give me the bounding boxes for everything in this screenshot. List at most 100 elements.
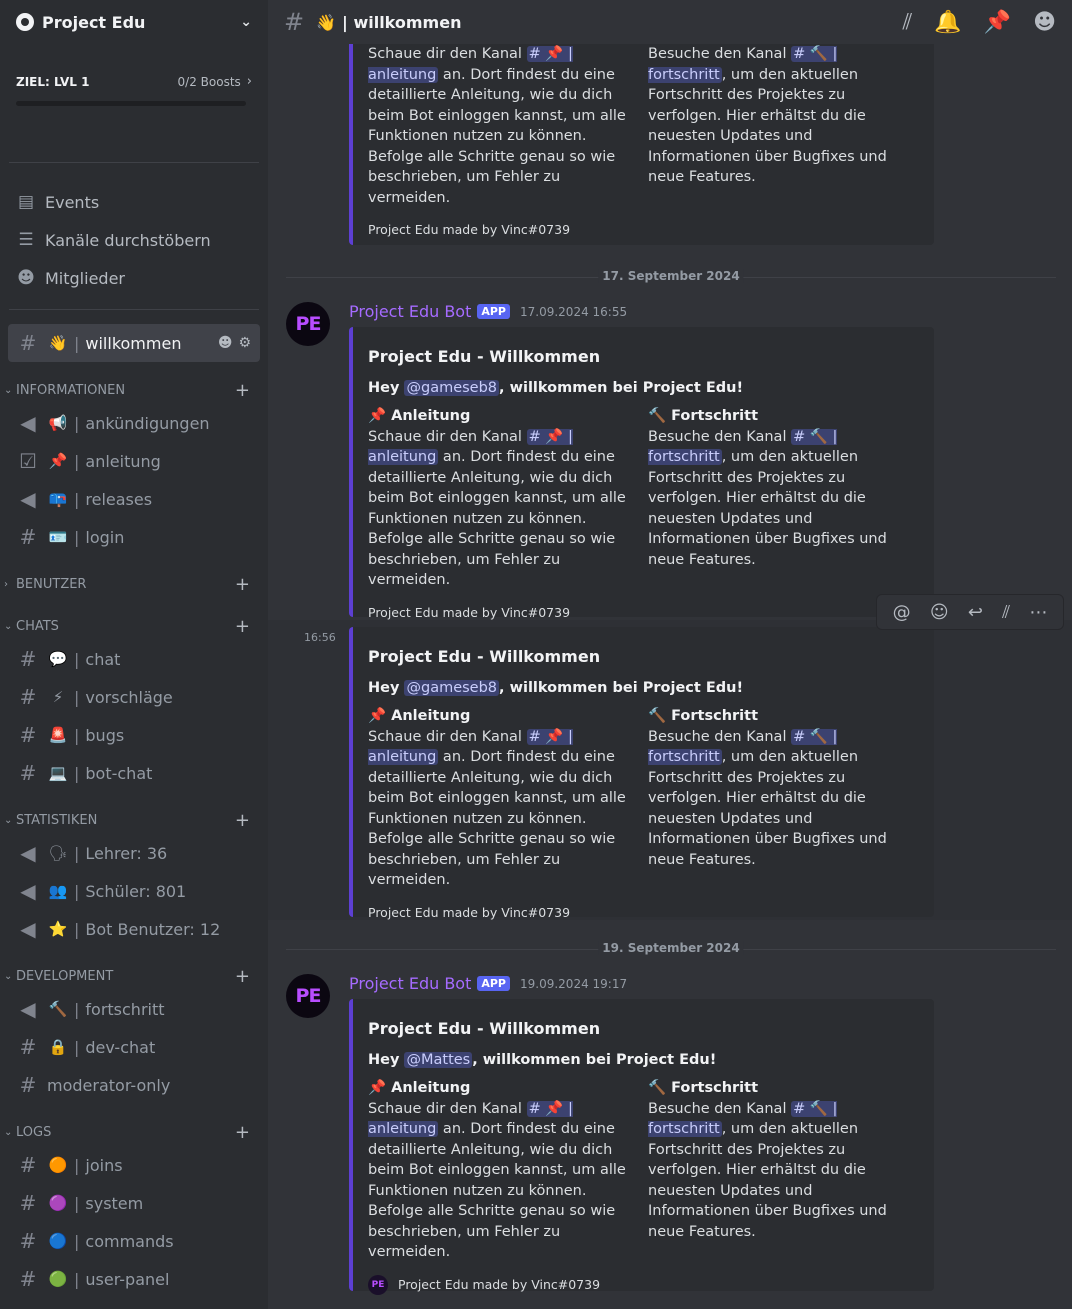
- text-channel-icon: #: [19, 685, 37, 709]
- footer-text: Project Edu made by Vinc#0739: [398, 1276, 601, 1292]
- chat-area: # 👋 | willkommen ⫽ 🔔 📌 ☻ Schaue dir den …: [268, 0, 1072, 1309]
- category-development[interactable]: ⌄ DEVELOPMENT +: [0, 962, 268, 990]
- channel-dev-chat[interactable]: # 🔒 | dev-chat: [8, 1028, 260, 1066]
- channel-willkommen[interactable]: # 👋 | willkommen ☻ ⚙: [8, 324, 260, 362]
- category-label: CHATS: [16, 618, 59, 634]
- gear-icon[interactable]: ⚙: [238, 335, 251, 351]
- channel-joins[interactable]: # 🟠 | joins: [8, 1146, 260, 1184]
- greeting-text: Hey: [368, 1051, 405, 1068]
- timestamp: 19.09.2024 19:17: [520, 976, 628, 991]
- category-chats[interactable]: ⌄ CHATS +: [0, 612, 268, 640]
- threads-icon[interactable]: ⫽: [902, 10, 912, 35]
- author-name[interactable]: Project Edu Bot: [349, 302, 471, 321]
- field-text: , um den aktuellen Fortschritt des Proje…: [648, 66, 887, 186]
- greeting-text: , willkommen bei Project Edu!: [499, 379, 744, 396]
- channel-anleitung[interactable]: ☑ 📌 | anleitung: [8, 442, 260, 480]
- channel-fortschritt[interactable]: ◀ 🔨 | fortschritt: [8, 990, 260, 1028]
- announcement-icon: ◀: [20, 487, 36, 511]
- footer-text: Project Edu made by Vinc#0739: [368, 904, 571, 920]
- user-mention[interactable]: @Mattes: [404, 1051, 473, 1068]
- text-channel-icon: #: [19, 1035, 37, 1059]
- add-channel-icon[interactable]: +: [235, 810, 250, 831]
- channel-releases[interactable]: ◀ 📪 | releases: [8, 480, 260, 518]
- user-mention[interactable]: @gameseb8: [404, 379, 500, 396]
- mailbox-emoji: 📪: [48, 490, 68, 508]
- megaphone-emoji: 📢: [48, 414, 68, 432]
- channel-bot-benutzer[interactable]: ◀ ⭐ | Bot Benutzer: 12: [8, 910, 260, 948]
- channel-bot-chat[interactable]: # 💻 | bot-chat: [8, 754, 260, 792]
- add-channel-icon[interactable]: +: [235, 380, 250, 401]
- timestamp: 17.09.2024 16:55: [520, 304, 628, 319]
- nav-events[interactable]: ▤ Events: [0, 183, 268, 221]
- footer-text: Project Edu made by Vinc#0739: [368, 222, 571, 237]
- timestamp: 16:56: [304, 631, 336, 644]
- embed-title: Project Edu - Willkommen: [368, 647, 601, 666]
- channel-name: chat: [85, 649, 121, 669]
- boost-goal-label: ZIEL: LVL 1: [16, 74, 90, 89]
- channel-schueler[interactable]: ◀ 👥 | Schüler: 801: [8, 872, 260, 910]
- invite-icon[interactable]: ☻: [218, 335, 233, 351]
- text-channel-icon: #: [19, 761, 37, 785]
- app-badge: APP: [477, 976, 510, 991]
- add-channel-icon[interactable]: +: [235, 1122, 250, 1143]
- nav-browse-channels[interactable]: ☰ Kanäle durchstöbern: [0, 221, 268, 259]
- embed-field-fortschritt: 🔨 Fortschritt Besuche den Kanal # 🔨 | fo…: [648, 706, 918, 891]
- channel-user-panel[interactable]: # 🟢 | user-panel: [8, 1260, 260, 1298]
- mention-icon[interactable]: @: [893, 602, 911, 623]
- text-channel-icon: #: [19, 647, 37, 671]
- channel-vorschlaege[interactable]: # ⚡ | vorschläge: [8, 678, 260, 716]
- category-benutzer[interactable]: › BENUTZER +: [0, 570, 268, 598]
- wave-emoji: 👋: [48, 334, 68, 352]
- server-header[interactable]: Project Edu ⌄: [0, 0, 268, 44]
- chevron-down-icon[interactable]: ⌄: [240, 14, 252, 30]
- nav-members[interactable]: ☻ Mitglieder: [0, 259, 268, 297]
- field-text: Besuche den Kanal: [648, 428, 792, 445]
- avatar[interactable]: PE: [286, 302, 330, 346]
- embed-card: Project Edu - Willkommen Hey @gameseb8, …: [349, 627, 934, 920]
- add-channel-icon[interactable]: +: [235, 616, 250, 637]
- embed-title: Project Edu - Willkommen: [368, 1019, 601, 1038]
- channel-moderator-only[interactable]: # moderator-only: [8, 1066, 260, 1104]
- nav-label: Kanäle durchstöbern: [45, 230, 211, 250]
- user-mention[interactable]: @gameseb8: [404, 679, 500, 696]
- author-name[interactable]: Project Edu Bot: [349, 974, 471, 993]
- category-logs[interactable]: ⌄ LOGS +: [0, 1118, 268, 1146]
- reply-icon[interactable]: ↩: [968, 602, 983, 623]
- add-channel-icon[interactable]: +: [235, 966, 250, 987]
- embed-card: Project Edu - Willkommen Hey @Mattes, wi…: [349, 999, 934, 1295]
- channel-system[interactable]: # 🟣 | system: [8, 1184, 260, 1222]
- message-actions-bar: @ ☺ ↩ ⫽ ⋯: [876, 594, 1064, 630]
- category-statistiken[interactable]: ⌄ STATISTIKEN +: [0, 806, 268, 834]
- bell-icon[interactable]: 🔔: [934, 10, 961, 35]
- thread-icon[interactable]: ⫽: [1002, 602, 1010, 623]
- channel-name: fortschritt: [85, 999, 165, 1019]
- avatar[interactable]: PE: [286, 974, 330, 1018]
- members-icon: ☻: [17, 268, 35, 288]
- announcement-icon: ◀: [20, 917, 36, 941]
- channel-commands[interactable]: # 🔵 | commands: [8, 1222, 260, 1260]
- field-text: Besuche den Kanal: [648, 728, 792, 745]
- chevron-right-icon[interactable]: ›: [247, 74, 252, 89]
- boost-goal-panel[interactable]: ZIEL: LVL 1 0/2 Boosts ›: [0, 44, 268, 162]
- channel-login[interactable]: # 🪪 | login: [8, 518, 260, 556]
- channel-lehrer[interactable]: ◀ 🗣 | Lehrer: 36: [8, 834, 260, 872]
- members-icon[interactable]: ☻: [1033, 10, 1056, 35]
- channel-ankuendigungen[interactable]: ◀ 📢 | ankündigungen: [8, 404, 260, 442]
- embed-title: Project Edu - Willkommen: [368, 347, 601, 366]
- channel-chat[interactable]: # 💬 | chat: [8, 640, 260, 678]
- field-text: Besuche den Kanal: [648, 46, 792, 62]
- embed-field-fortschritt: 🔨 Fortschritt Besuche den Kanal # 🔨 | fo…: [648, 406, 918, 591]
- category-informationen[interactable]: ⌄ INFORMATIONEN +: [0, 376, 268, 404]
- chevron-down-icon: ⌄: [4, 384, 13, 396]
- star-emoji: ⭐: [48, 920, 68, 938]
- add-channel-icon[interactable]: +: [235, 574, 250, 595]
- pin-icon[interactable]: 📌: [984, 10, 1011, 35]
- chevron-down-icon: ⌄: [4, 814, 13, 826]
- server-name: Project Edu: [42, 12, 146, 32]
- more-icon[interactable]: ⋯: [1029, 602, 1047, 623]
- emoji-reaction-icon[interactable]: ☺: [930, 602, 949, 623]
- field-title: 🔨 Fortschritt: [648, 408, 758, 424]
- channel-bugs[interactable]: # 🚨 | bugs: [8, 716, 260, 754]
- browse-channels-icon: ☰: [18, 230, 34, 250]
- embed-description: Hey @gameseb8, willkommen bei Project Ed…: [368, 378, 918, 399]
